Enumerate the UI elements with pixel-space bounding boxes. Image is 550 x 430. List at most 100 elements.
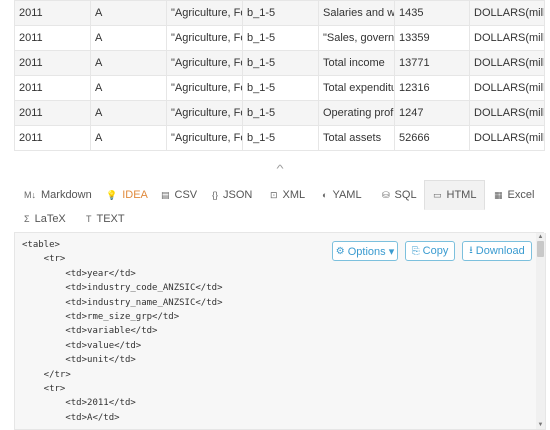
markdown-icon: M↓ (24, 190, 36, 200)
table-cell[interactable]: Operating prof (318, 100, 395, 126)
tab-json[interactable]: {} JSON (212, 182, 252, 208)
table-cell[interactable]: Total income (318, 50, 395, 76)
table-cell[interactable]: b_1-5 (242, 125, 319, 151)
scrollbar-thumb[interactable] (537, 241, 544, 257)
table-row: 2011 A "Agriculture, Fo b_1-5 Operating prof… (14, 100, 545, 126)
table-cell[interactable]: A (90, 125, 167, 151)
table-cell[interactable]: Salaries and wa (318, 0, 395, 26)
tab-label: LaTeX (34, 213, 66, 225)
tab-csv[interactable]: ▤ CSV (161, 182, 197, 208)
code-line: <td>unit</td> (22, 355, 136, 366)
scroll-up-icon[interactable]: ▲ (537, 234, 544, 240)
table-cell[interactable]: "Agriculture, Fo (166, 50, 243, 76)
table-cell[interactable]: Total expenditu (318, 75, 395, 101)
tab-label: TEXT (96, 213, 125, 225)
table-cell[interactable]: 13359 (394, 25, 470, 51)
table-cell[interactable]: 2011 (14, 25, 91, 51)
table-cell[interactable]: 2011 (14, 0, 91, 26)
tab-text[interactable]: T TEXT (86, 206, 125, 232)
tab-html[interactable]: ▭ HTML (424, 180, 486, 210)
table-cell[interactable]: 2011 (14, 50, 91, 76)
table-cell[interactable]: DOLLARS(millic (469, 75, 545, 101)
table-cell[interactable]: "Agriculture, Fo (166, 125, 243, 151)
table-cell[interactable]: 12316 (394, 75, 470, 101)
table-cell[interactable]: 52666 (394, 125, 470, 151)
table-cell[interactable]: A (90, 50, 167, 76)
code-line: <td>year</td> (22, 268, 136, 279)
data-table: 2011 A "Agriculture, Fo b_1-5 Salaries and w… (14, 0, 545, 151)
table-cell[interactable]: b_1-5 (242, 25, 319, 51)
code-output-panel[interactable]: <table> <tr> <td>year</td> <td>industry_… (14, 233, 546, 430)
download-label: Download (475, 245, 525, 257)
table-row: 2011 A "Agriculture, Fo b_1-5 Total income 13… (14, 50, 545, 76)
table-cell[interactable]: "Agriculture, Fo (166, 25, 243, 51)
tab-label: IDEA (122, 189, 148, 201)
table-cell[interactable]: 2011 (14, 75, 91, 101)
table-cell[interactable]: b_1-5 (242, 50, 319, 76)
tab-label: HTML (446, 189, 477, 201)
download-icon: ⭳ (469, 244, 473, 256)
table-cell[interactable]: b_1-5 (242, 0, 319, 26)
table-cell[interactable]: Total assets (318, 125, 395, 151)
code-line: <td>A</td> (22, 412, 120, 423)
table-cell[interactable]: A (90, 75, 167, 101)
gear-icon: ⚙ (335, 245, 345, 257)
copy-label: Copy (422, 245, 449, 257)
table-row: 2011 A "Agriculture, Fo b_1-5 Total expendit… (14, 75, 545, 101)
table-cell[interactable]: "Sales, governr (318, 25, 395, 51)
format-tabs: M↓ Markdown 💡 IDEA ▤ CSV {} JSON ⊡ XML ◐… (14, 180, 544, 233)
scroll-down-icon[interactable]: ▼ (537, 422, 544, 428)
database-icon: ⛁ (382, 189, 390, 200)
chevron-up-icon[interactable]: ^ (268, 164, 292, 176)
table-cell[interactable]: A (90, 25, 167, 51)
code-line: <td>value</td> (22, 340, 142, 351)
table-cell[interactable]: 1247 (394, 100, 470, 126)
table-row: 2011 A "Agriculture, Fo b_1-5 Salaries and w… (14, 0, 545, 26)
code-line: <table> (22, 240, 60, 250)
table-cell[interactable]: b_1-5 (242, 100, 319, 126)
table-cell[interactable]: 13771 (394, 50, 470, 76)
code-line: <td>rme_size_grp</td> (22, 312, 180, 323)
table-cell[interactable]: A (90, 100, 167, 126)
tab-xml[interactable]: ⊡ XML (270, 182, 305, 208)
table-cell[interactable]: DOLLARS(millic (469, 100, 545, 126)
tab-excel[interactable]: ▦ Excel (494, 182, 534, 208)
tab-label: JSON (223, 189, 253, 201)
table-cell[interactable]: "Agriculture, Fo (166, 0, 243, 26)
csv-icon: ▤ (161, 189, 170, 200)
code-line: </tr> (22, 369, 71, 380)
table-cell[interactable]: DOLLARS(millic (469, 0, 545, 26)
copy-button[interactable]: ⎘ Copy (405, 241, 455, 261)
table-cell[interactable]: DOLLARS(millic (469, 25, 545, 51)
tab-sql[interactable]: ⛁ SQL (382, 182, 417, 208)
yaml-icon: ◐ (322, 190, 328, 200)
table-cell[interactable]: b_1-5 (242, 75, 319, 101)
tab-yaml[interactable]: ◐ YAML (322, 182, 362, 208)
code-line: <td>industry_name_ANZSIC</td> (22, 297, 223, 308)
download-button[interactable]: ⭳ Download (462, 241, 532, 261)
table-cell[interactable]: "Agriculture, Fo (166, 75, 243, 101)
tab-label: Excel (507, 189, 535, 201)
table-cell[interactable]: 1435 (394, 0, 470, 26)
table-cell[interactable]: "Agriculture, Fo (166, 100, 243, 126)
excel-icon: ▦ (494, 189, 503, 200)
options-label: Options ▾ (347, 245, 395, 258)
text-icon: T (86, 214, 92, 224)
tab-label: CSV (174, 189, 198, 201)
lightbulb-icon: 💡 (106, 189, 118, 200)
sigma-icon: Σ (24, 214, 30, 224)
code-line: <tr> (22, 254, 66, 265)
braces-icon: {} (212, 190, 219, 200)
tab-latex[interactable]: Σ LaTeX (24, 206, 66, 232)
table-cell[interactable]: DOLLARS(millic (469, 125, 545, 151)
tab-markdown[interactable]: M↓ Markdown (24, 182, 92, 208)
table-cell[interactable]: DOLLARS(millic (469, 50, 545, 76)
html-code-output[interactable]: <table> <tr> <td>year</td> <td>industry_… (22, 238, 222, 425)
table-cell[interactable]: 2011 (14, 100, 91, 126)
vertical-scrollbar[interactable]: ▲ ▼ (536, 233, 545, 429)
table-cell[interactable]: A (90, 0, 167, 26)
tab-label: SQL (394, 189, 417, 201)
table-cell[interactable]: 2011 (14, 125, 91, 151)
tab-idea[interactable]: 💡 IDEA (106, 182, 148, 208)
options-button[interactable]: ⚙ Options ▾ (332, 241, 398, 261)
